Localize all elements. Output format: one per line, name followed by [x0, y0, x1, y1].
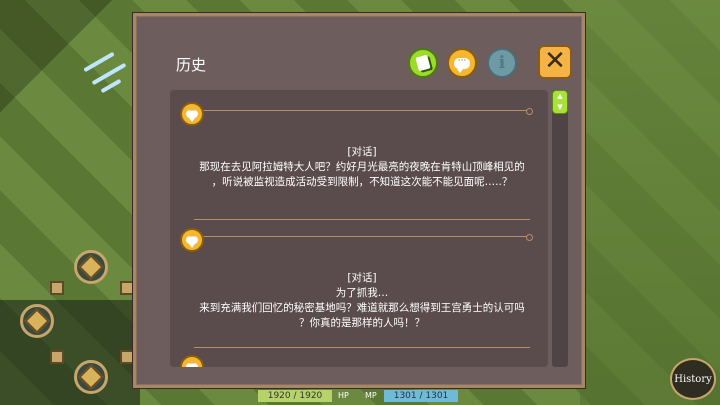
entry-tag: [对话] [347, 146, 377, 158]
entry-text: [对话] 为了抓我… 来到充满我们回忆的秘密基地吗？难道就那么想得到王宫勇士的认… [194, 237, 530, 331]
entry-line: 那现在去见阿拉姆特大人吧？约好月光最亮的夜晚在肯特山顶峰相见的 [199, 161, 525, 173]
book-icon [415, 54, 431, 72]
info-button[interactable]: i [487, 48, 517, 78]
entry-speaker-icon: ··· [180, 102, 204, 126]
auto-play-button[interactable] [408, 48, 438, 78]
speech-bubble-icon: ··· [454, 56, 470, 73]
entry-line: 为了抓我… [335, 287, 389, 299]
entry-speaker-icon: ··· [180, 355, 204, 367]
scrollbar-thumb[interactable]: ▲ ▼ [552, 90, 568, 114]
entry-speaker-icon: ··· [180, 228, 204, 252]
dpad-up-button[interactable] [74, 250, 108, 284]
dpad-down-button[interactable] [74, 360, 108, 394]
history-entry: [对话] 那现在去见阿拉姆特大人吧？约好月光最亮的夜晚在肯特山顶峰相见的 ，听说… [191, 108, 533, 220]
entry-line: ？你真的是那样的人吗！？ [299, 317, 425, 329]
dpad-corner-icon [50, 281, 64, 295]
history-panel: 历史 ··· i ✕ [对话] 那现在去见阿拉姆特大人吧？约好月光最亮的夜晚在肯… [133, 13, 585, 388]
entry-text: [对话] 那现在去见阿拉姆特大人吧？约好月光最亮的夜晚在肯特山顶峰相见的 ，听说… [194, 111, 530, 190]
close-icon: ✕ [544, 46, 566, 76]
speed-lines-effect [82, 50, 132, 110]
dpad-corner-icon [120, 281, 134, 295]
dialogue-filter-button[interactable]: ··· [447, 48, 477, 78]
hp-label: HP [338, 391, 349, 400]
hp-bar: 1920 / 1920 [258, 390, 332, 402]
dpad-corner-icon [50, 350, 64, 364]
scrollbar-track[interactable]: ▲ ▼ [552, 90, 568, 367]
history-button[interactable]: History [670, 358, 716, 400]
entry-line: 来到充满我们回忆的秘密基地吗？难道就那么想得到王宫勇士的认可吗 [199, 302, 525, 314]
entry-line: ，听说被监视造成活动受到限制，不知道这次能不能见面呢…..？ [211, 176, 513, 188]
entry-tag: [对话] [347, 272, 377, 284]
history-entry: [对话] 为了抓我… 来到充满我们回忆的秘密基地吗？难道就那么想得到王宫勇士的认… [191, 234, 533, 348]
history-list[interactable]: [对话] 那现在去见阿拉姆特大人吧？约好月光最亮的夜晚在肯特山顶峰相见的 ，听说… [170, 90, 548, 367]
panel-title: 历史 [176, 56, 207, 74]
close-button[interactable]: ✕ [538, 45, 572, 79]
dpad-left-button[interactable] [20, 304, 54, 338]
info-icon: i [498, 53, 506, 73]
dpad-corner-icon [120, 350, 134, 364]
mp-label: MP [365, 391, 377, 400]
game-background-right [580, 0, 720, 405]
mp-bar: 1301 / 1301 [384, 390, 458, 402]
